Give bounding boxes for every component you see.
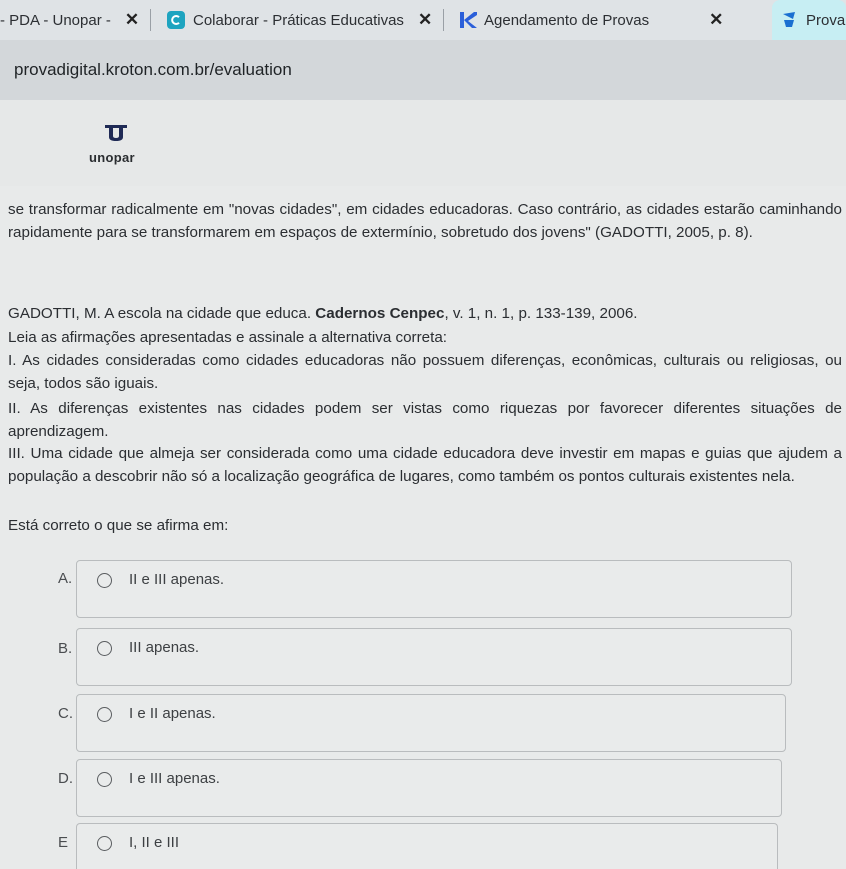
statement-iii: III. Uma cidade que almeja ser considera…	[8, 445, 842, 485]
reference-journal: Cadernos Cenpec	[315, 305, 445, 322]
statement-ii: II. As diferenças existentes nas cidades…	[8, 400, 842, 440]
question-prompt: Está correto o que se afirma em:	[8, 517, 229, 534]
option-d[interactable]: I e III apenas.	[76, 759, 782, 817]
radio-a[interactable]	[97, 573, 112, 588]
prova-icon	[780, 11, 798, 29]
option-text-e: I, II e III	[129, 834, 180, 851]
radio-e[interactable]	[97, 836, 112, 851]
tab-label: Agendamento de Provas	[484, 11, 650, 29]
close-icon[interactable]: ✕	[125, 10, 139, 30]
tab-label: Colaborar - Práticas Educativas	[193, 11, 404, 29]
kroton-icon	[458, 11, 477, 29]
unopar-logo-icon	[104, 124, 128, 142]
url-text[interactable]: provadigital.kroton.com.br/evaluation	[14, 60, 292, 80]
tab-pda-unopar[interactable]: - PDA - Unopar - ✕	[0, 0, 150, 40]
close-icon[interactable]: ✕	[418, 10, 432, 30]
option-b[interactable]: III apenas.	[76, 628, 792, 686]
statement-i: I. As cidades consideradas como cidades …	[8, 352, 842, 392]
option-text-b: III apenas.	[129, 639, 200, 656]
option-e[interactable]: I, II e III	[76, 823, 778, 869]
option-letter-c: C.	[58, 705, 73, 722]
option-letter-a: A.	[58, 570, 73, 587]
address-bar[interactable]: provadigital.kroton.com.br/evaluation	[0, 40, 846, 100]
page-header	[0, 100, 846, 186]
question-quote: se transformar radicalmente em "novas ci…	[8, 201, 842, 241]
colaborar-icon	[167, 11, 185, 29]
option-letter-e: E	[58, 834, 69, 851]
close-icon[interactable]: ✕	[709, 10, 723, 30]
option-text-d: I e III apenas.	[129, 770, 220, 787]
radio-c[interactable]	[97, 707, 112, 722]
option-letter-b: B.	[58, 640, 73, 657]
question-reference: GADOTTI, M. A escola na cidade que educa…	[8, 302, 842, 325]
tab-prova[interactable]: Prova	[772, 0, 846, 40]
tab-strip: - PDA - Unopar - ✕ Colaborar - Práticas …	[0, 0, 846, 40]
radio-d[interactable]	[97, 772, 112, 787]
tab-label: Prova	[806, 11, 846, 29]
option-text-a: II e III apenas.	[129, 571, 225, 588]
question-lead: Leia as afirmações apresentadas e assina…	[8, 329, 447, 346]
option-text-c: I e II apenas.	[129, 705, 216, 722]
tab-label: - PDA - Unopar -	[0, 11, 111, 29]
reference-prefix: GADOTTI, M. A escola na cidade que educa…	[8, 305, 316, 322]
brand-name: unopar	[89, 150, 135, 165]
reference-suffix: , v. 1, n. 1, p. 133-139, 2006.	[444, 305, 638, 322]
tab-agendamento[interactable]: Agendamento de Provas ✕	[444, 0, 772, 40]
option-a[interactable]: II e III apenas.	[76, 560, 792, 618]
tab-colaborar[interactable]: Colaborar - Práticas Educativas ✕	[151, 0, 443, 40]
radio-b[interactable]	[97, 641, 112, 656]
option-c[interactable]: I e II apenas.	[76, 694, 786, 752]
option-letter-d: D.	[58, 770, 73, 787]
